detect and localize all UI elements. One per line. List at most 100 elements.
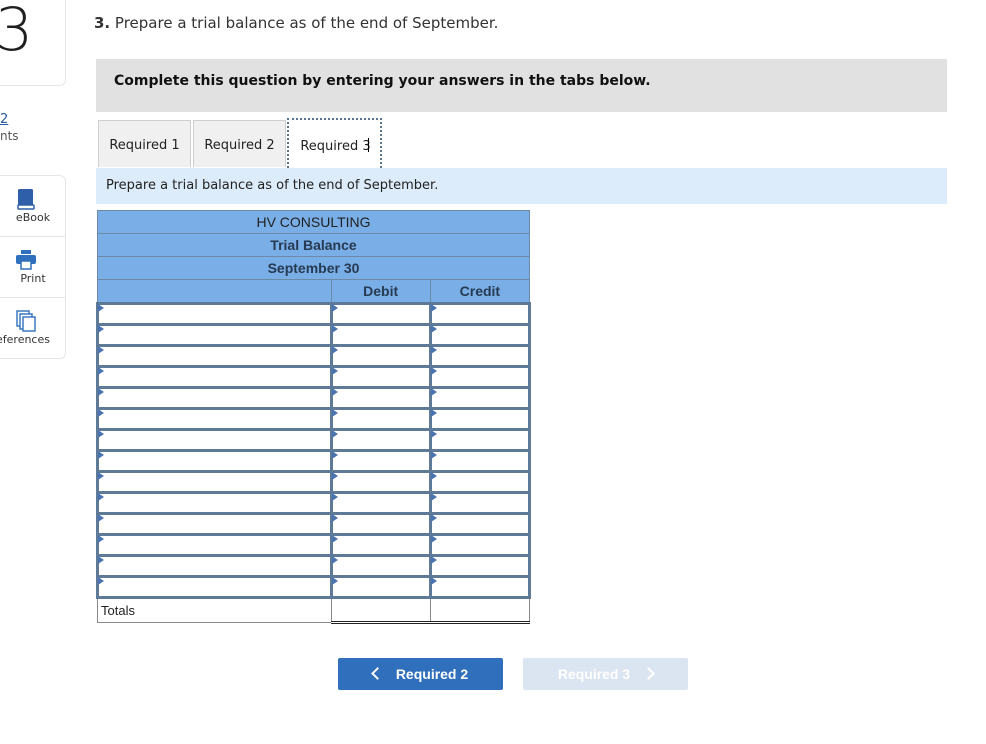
credit-input[interactable] (431, 326, 528, 343)
account-input[interactable] (99, 431, 330, 448)
debit-cell (329, 302, 432, 326)
account-input[interactable] (99, 347, 330, 364)
debit-cell (329, 386, 432, 410)
credit-cell (428, 470, 532, 494)
statement-date: September 30 (97, 256, 530, 280)
account-input[interactable] (99, 305, 330, 322)
account-input[interactable] (99, 368, 330, 385)
print-button[interactable]: Print (0, 237, 65, 298)
debit-input[interactable] (332, 515, 429, 532)
credit-input[interactable] (431, 368, 528, 385)
account-input[interactable] (99, 578, 330, 595)
account-input[interactable] (99, 494, 330, 511)
debit-input[interactable] (332, 557, 429, 574)
debit-input[interactable] (332, 305, 429, 322)
credit-input[interactable] (431, 452, 528, 469)
references-button[interactable]: eferences (0, 298, 65, 358)
table-row (96, 428, 532, 452)
credit-input[interactable] (431, 431, 528, 448)
debit-cell (329, 491, 432, 515)
account-column-header (97, 279, 332, 304)
credit-input[interactable] (431, 494, 528, 511)
account-cell (96, 491, 333, 515)
debit-input[interactable] (332, 410, 429, 427)
tab-label: Required 2 (204, 138, 275, 153)
credit-cell (428, 575, 532, 599)
credit-input[interactable] (431, 347, 528, 364)
account-cell (96, 302, 333, 326)
tab-required-3[interactable]: Required 3 (287, 118, 382, 168)
tab-subtitle: Prepare a trial balance as of the end of… (106, 178, 439, 193)
table-row (96, 512, 532, 536)
debit-input[interactable] (332, 578, 429, 595)
tab-label: Required 1 (109, 138, 180, 153)
credit-input[interactable] (431, 410, 528, 427)
account-input[interactable] (99, 389, 330, 406)
debit-cell (329, 365, 432, 389)
debit-input[interactable] (332, 431, 429, 448)
account-cell (96, 428, 333, 452)
totals-label: Totals (97, 597, 332, 623)
account-cell (96, 407, 333, 431)
account-cell (96, 554, 333, 578)
debit-cell (329, 344, 432, 368)
credit-input[interactable] (431, 389, 528, 406)
credit-input[interactable] (431, 515, 528, 532)
totals-debit (330, 596, 431, 624)
debit-input[interactable] (332, 347, 429, 364)
tab-label: Required 3 (300, 139, 371, 154)
debit-cell (329, 470, 432, 494)
prev-required-2-button[interactable]: Required 2 (338, 658, 503, 690)
text-caret (367, 138, 369, 152)
question-number-card: 3 (0, 0, 66, 86)
debit-input[interactable] (332, 326, 429, 343)
credit-input[interactable] (431, 536, 528, 553)
debit-input[interactable] (332, 536, 429, 553)
table-row (96, 365, 532, 389)
account-input[interactable] (99, 326, 330, 343)
statement-title: Trial Balance (97, 233, 530, 257)
credit-cell (428, 302, 532, 326)
credit-cell (428, 386, 532, 410)
credit-input[interactable] (431, 305, 528, 322)
debit-input[interactable] (332, 389, 429, 406)
account-input[interactable] (99, 536, 330, 553)
debit-input[interactable] (332, 494, 429, 511)
credit-input[interactable] (431, 557, 528, 574)
account-cell (96, 512, 333, 536)
account-input[interactable] (99, 557, 330, 574)
next-button-label: Required 3 (557, 666, 631, 682)
table-row (96, 344, 532, 368)
table-row (96, 491, 532, 515)
debit-cell (329, 533, 432, 557)
credit-input[interactable] (431, 578, 528, 595)
tab-required-2[interactable]: Required 2 (193, 120, 286, 167)
table-row (96, 302, 532, 326)
account-input[interactable] (99, 515, 330, 532)
credit-cell (428, 491, 532, 515)
credit-cell (428, 533, 532, 557)
ebook-button[interactable]: eBook (0, 176, 65, 237)
account-input[interactable] (99, 410, 330, 427)
title-row: Trial Balance (97, 233, 530, 257)
account-input[interactable] (99, 473, 330, 490)
credit-input[interactable] (431, 473, 528, 490)
table-row (96, 449, 532, 473)
tab-subtitle-bar: Prepare a trial balance as of the end of… (96, 168, 947, 204)
debit-cell (329, 575, 432, 599)
account-cell (96, 575, 333, 599)
instructions-banner: Complete this question by entering your … (96, 59, 947, 112)
chevron-left-icon (370, 667, 384, 680)
date-row: September 30 (97, 256, 530, 280)
points-value[interactable]: 2 (0, 112, 8, 127)
debit-input[interactable] (332, 368, 429, 385)
trial-balance-rows (96, 302, 532, 599)
account-input[interactable] (99, 452, 330, 469)
tab-required-1[interactable]: Required 1 (98, 120, 191, 167)
credit-cell (428, 554, 532, 578)
debit-input[interactable] (332, 452, 429, 469)
table-row (96, 575, 532, 599)
chevron-right-icon (642, 667, 656, 680)
debit-input[interactable] (332, 473, 429, 490)
question-prompt: 3. Prepare a trial balance as of the end… (94, 14, 498, 32)
